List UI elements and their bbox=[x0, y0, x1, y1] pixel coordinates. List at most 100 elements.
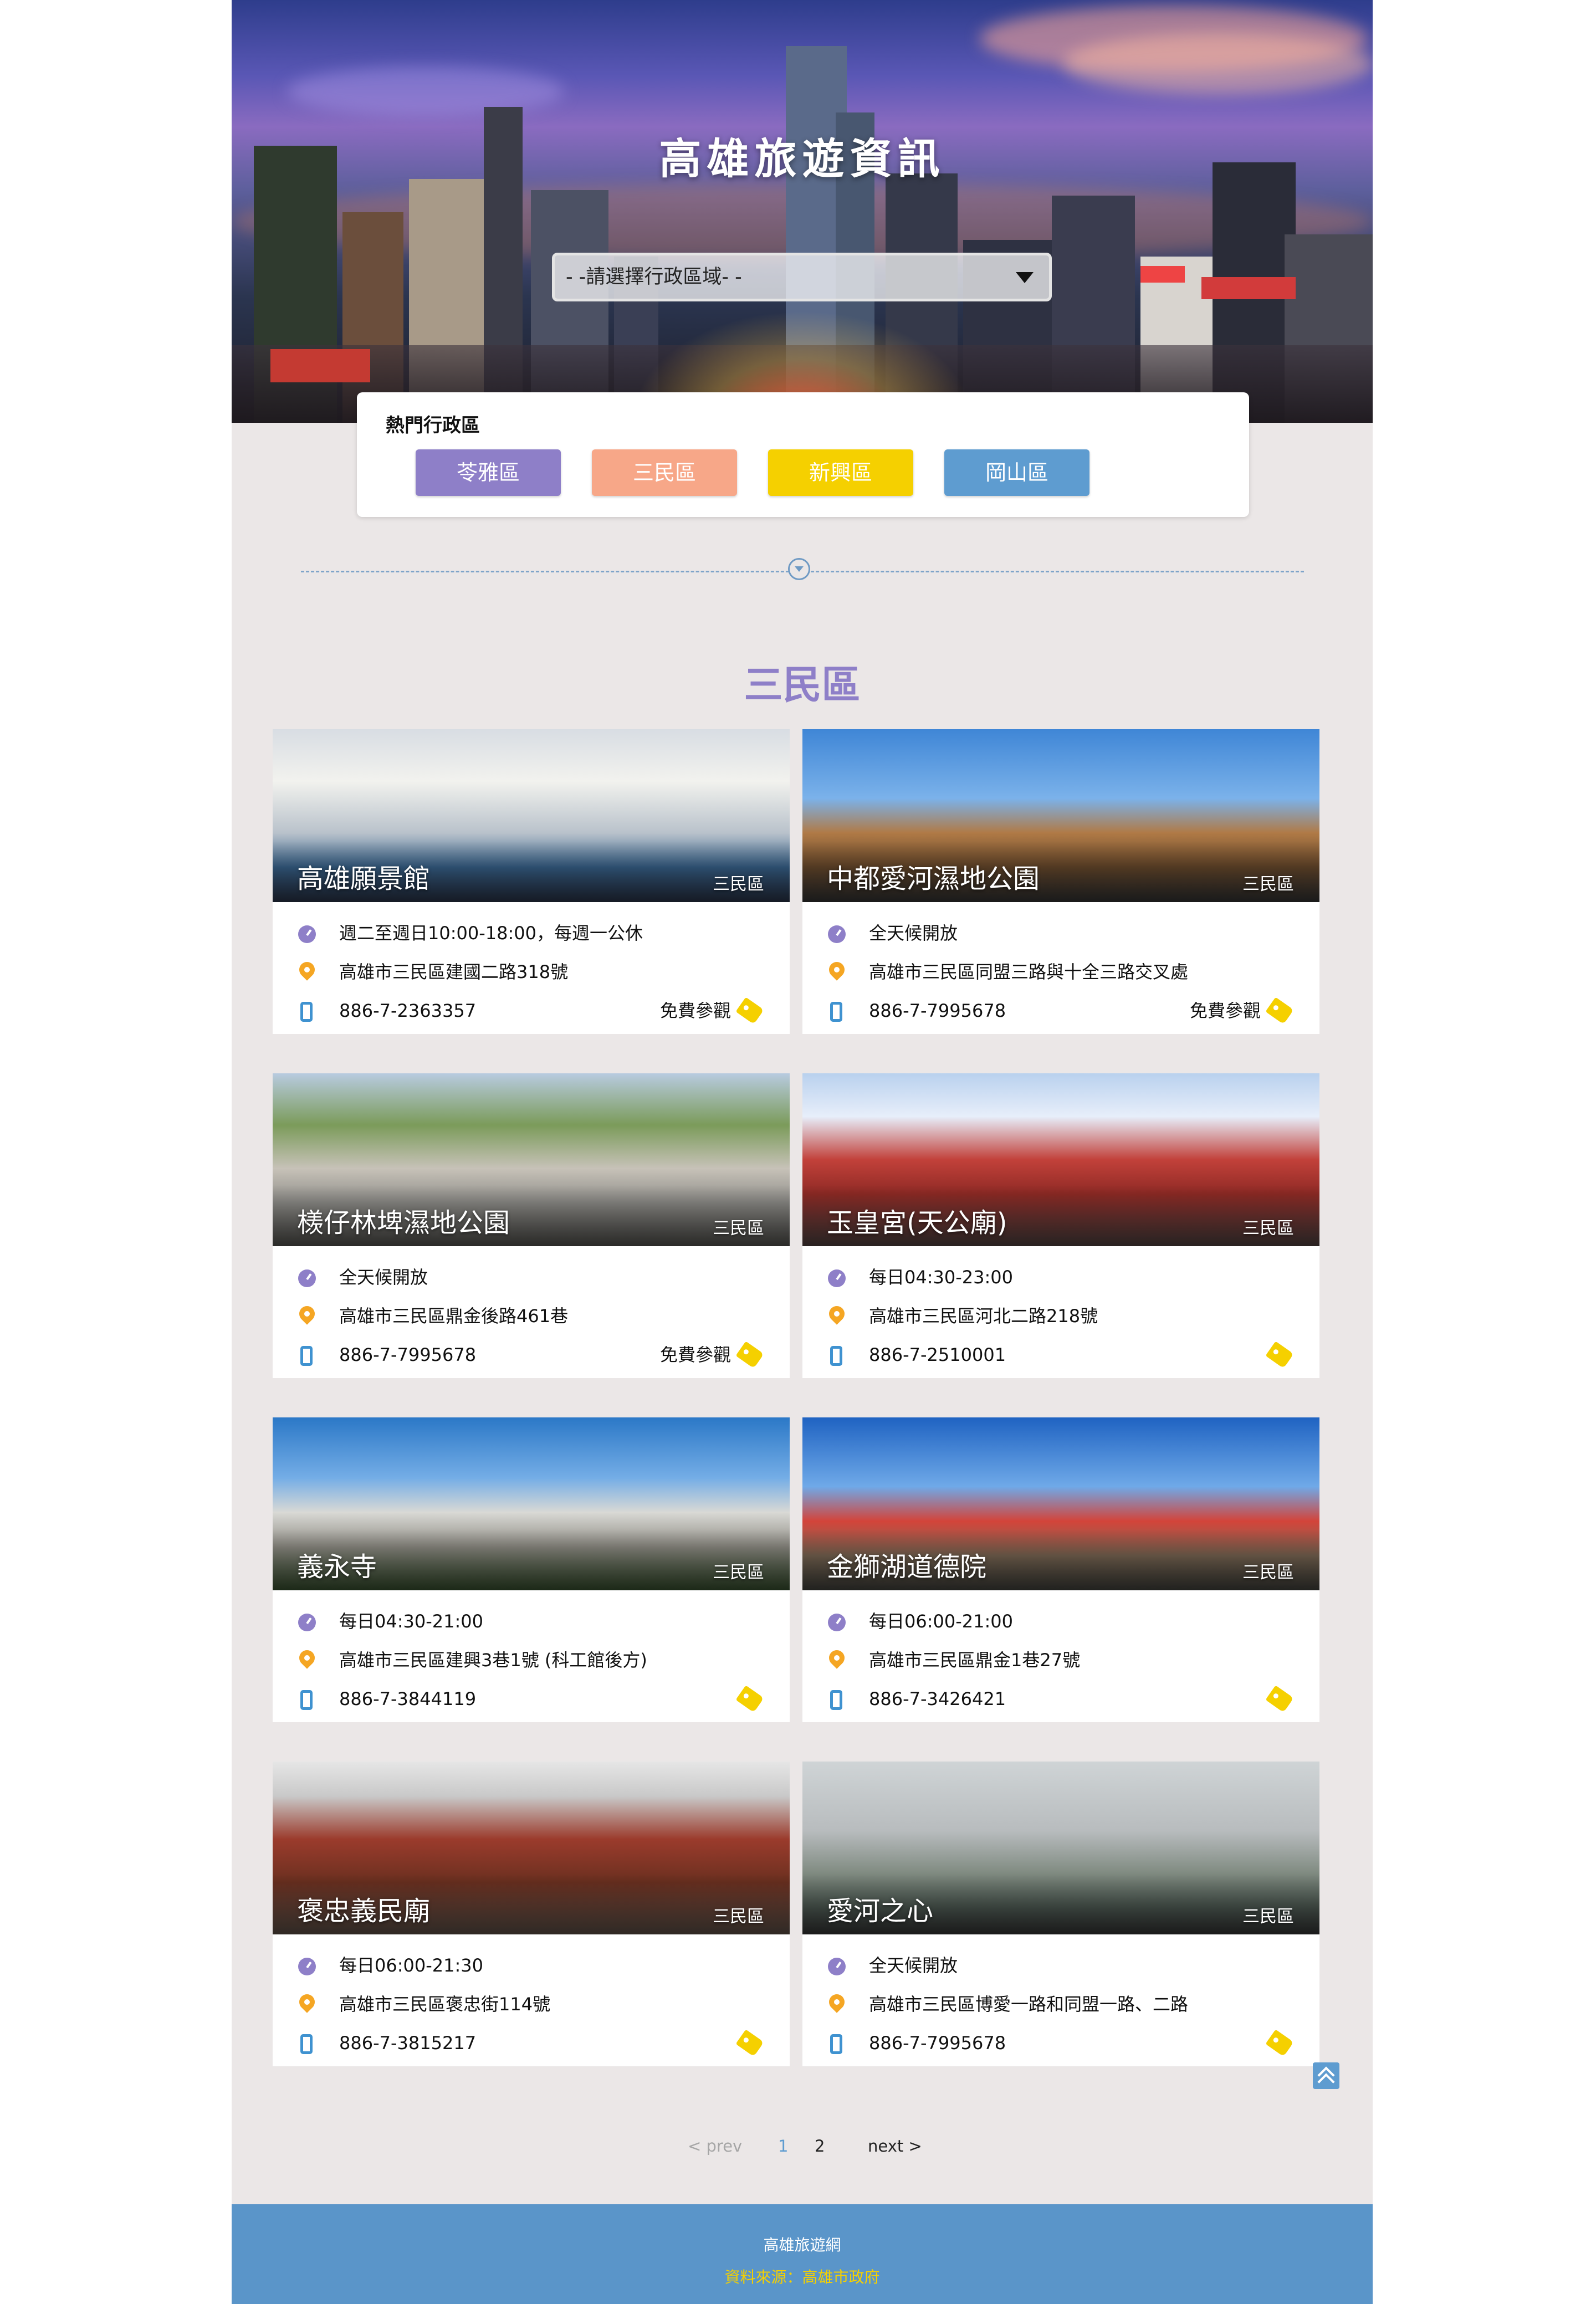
attraction-address: 高雄市三民區建興3巷1號 (科工館後方) bbox=[339, 1650, 647, 1671]
hot-district-button[interactable]: 苓雅區 bbox=[416, 449, 561, 496]
phone-icon bbox=[830, 1346, 842, 1366]
attraction-photo[interactable]: 愛河之心 三民區 bbox=[802, 1762, 1319, 1934]
attraction-hours: 週二至週日10:00-18:00，每週一公休 bbox=[339, 923, 643, 944]
ticket-info bbox=[1147, 1685, 1294, 1713]
attraction-card[interactable]: 高雄願景館 三民區 週二至週日10:00-18:00，每週一公休 高雄市三民區建國二路… bbox=[273, 729, 790, 1034]
attraction-hours: 每日06:00-21:30 bbox=[339, 1955, 483, 1976]
hot-district-button[interactable]: 岡山區 bbox=[944, 449, 1089, 496]
phone-icon bbox=[830, 1690, 842, 1710]
footer: 高雄旅遊網 資料來源：高雄市政府 bbox=[232, 2204, 1373, 2304]
attraction-phone: 886-7-7995678 bbox=[869, 1000, 1006, 1021]
tag-icon bbox=[1265, 1341, 1294, 1369]
page-link-1[interactable]: 1 bbox=[778, 2137, 788, 2155]
attraction-photo[interactable]: 褒忠義民廟 三民區 bbox=[273, 1762, 790, 1934]
attraction-zone: 三民區 bbox=[1242, 1907, 1294, 1927]
ticket-info bbox=[617, 2029, 764, 2057]
hot-district-button[interactable]: 新興區 bbox=[768, 449, 913, 496]
back-to-top-button[interactable] bbox=[1313, 2062, 1339, 2091]
hot-district-button[interactable]: 三民區 bbox=[592, 449, 737, 496]
attraction-card[interactable]: 玉皇宮(天公廟) 三民區每日04:30-23:00 高雄市三民區河北二路218號 88… bbox=[802, 1073, 1319, 1378]
page-title: 高雄旅遊資訊 bbox=[659, 134, 945, 183]
tag-icon bbox=[1265, 2029, 1294, 2057]
attraction-phone: 886-7-3426421 bbox=[869, 1688, 1006, 1709]
tag-icon bbox=[735, 2029, 764, 2057]
clock-icon bbox=[828, 925, 846, 943]
tag-icon bbox=[1265, 997, 1294, 1025]
phone-icon bbox=[830, 2034, 842, 2054]
clock-icon bbox=[828, 1958, 846, 1975]
phone-icon bbox=[300, 1690, 313, 1710]
phone-icon bbox=[300, 1002, 313, 1022]
attraction-address: 高雄市三民區同盟三路與十全三路交叉處 bbox=[869, 961, 1189, 982]
attraction-address: 高雄市三民區鼎金後路461巷 bbox=[339, 1305, 569, 1327]
attraction-zone: 三民區 bbox=[1242, 874, 1294, 894]
attraction-hours: 全天候開放 bbox=[339, 1267, 428, 1288]
attraction-card[interactable]: 愛河之心 三民區全天候開放高雄市三民區博愛一路和同盟一路、二路 886-7-7995… bbox=[802, 1762, 1319, 2066]
attraction-address: 高雄市三民區褒忠街114號 bbox=[339, 1994, 551, 2015]
location-pin-icon bbox=[826, 1647, 848, 1669]
attraction-address: 高雄市三民區博愛一路和同盟一路、二路 bbox=[869, 1994, 1189, 2015]
page: 高雄旅遊資訊 - -請選擇行政區域- - 熱門行政區 苓雅區 三民區 新興區 岡… bbox=[232, 0, 1373, 2304]
attraction-card[interactable]: 褒忠義民廟 三民區每日06:00-21:30 高雄市三民區褒忠街114號 886-7-… bbox=[273, 1762, 790, 2066]
location-pin-icon bbox=[296, 1303, 318, 1325]
ticket-info bbox=[1147, 1340, 1294, 1369]
prev-page-link[interactable]: < prev bbox=[688, 2137, 742, 2155]
location-pin-icon bbox=[296, 1647, 318, 1669]
attraction-hours: 每日04:30-23:00 bbox=[869, 1267, 1013, 1288]
attraction-phone: 886-7-2363357 bbox=[339, 1000, 477, 1021]
location-pin-icon bbox=[296, 1991, 318, 2013]
district-select-value: - -請選擇行政區域- - bbox=[566, 266, 742, 288]
attraction-phone: 886-7-7995678 bbox=[869, 2032, 1006, 2054]
scroll-down-icon[interactable] bbox=[788, 558, 810, 580]
pagination: < prev 1 2 next > bbox=[232, 2137, 1373, 2164]
ticket-label: 免費參觀 bbox=[1189, 1000, 1261, 1021]
location-pin-icon bbox=[826, 959, 848, 981]
clock-icon bbox=[298, 1269, 316, 1287]
attraction-card[interactable]: 義永寺 三民區 每日04:30-21:00 高雄市三民區建興3巷1號 (科工館後方) 8… bbox=[273, 1417, 790, 1722]
attraction-photo[interactable]: 玉皇宮(天公廟) 三民區 bbox=[802, 1073, 1319, 1246]
next-page-link[interactable]: next > bbox=[868, 2137, 922, 2155]
attraction-name: 中都愛河濕地公園 bbox=[827, 863, 1040, 894]
attraction-name: 愛河之心 bbox=[827, 1896, 934, 1927]
attraction-phone: 886-7-7995678 bbox=[339, 1344, 477, 1365]
attraction-name: 檨仔林埤濕地公園 bbox=[297, 1207, 510, 1238]
caret-down-icon bbox=[1016, 272, 1034, 283]
attraction-zone: 三民區 bbox=[1242, 1218, 1294, 1238]
attraction-zone: 三民區 bbox=[713, 1218, 764, 1238]
ticket-label: 免費參觀 bbox=[659, 1344, 731, 1365]
attraction-name: 高雄願景館 bbox=[297, 863, 431, 894]
footer-source: 資料來源：高雄市政府 bbox=[724, 2268, 880, 2286]
ticket-label: 免費參觀 bbox=[659, 1000, 731, 1021]
attraction-card[interactable]: 金獅湖道德院 三民區 每日06:00-21:00 高雄市三民區鼎金1巷27號 886-7… bbox=[802, 1417, 1319, 1722]
clock-icon bbox=[298, 1958, 316, 1975]
ticket-info: 免費參觀 bbox=[617, 996, 764, 1025]
clock-icon bbox=[298, 925, 316, 943]
page-link-2[interactable]: 2 bbox=[815, 2137, 825, 2155]
phone-icon bbox=[830, 1002, 842, 1022]
attraction-phone: 886-7-3815217 bbox=[339, 2032, 477, 2054]
attraction-hours: 全天候開放 bbox=[869, 923, 958, 944]
clock-icon bbox=[828, 1269, 846, 1287]
attraction-zone: 三民區 bbox=[713, 1563, 764, 1583]
attraction-name: 金獅湖道德院 bbox=[827, 1552, 987, 1583]
attraction-address: 高雄市三民區鼎金1巷27號 bbox=[869, 1650, 1081, 1671]
clock-icon bbox=[828, 1614, 846, 1631]
attraction-zone: 三民區 bbox=[713, 874, 764, 894]
attraction-phone: 886-7-2510001 bbox=[869, 1344, 1006, 1365]
attraction-name: 義永寺 bbox=[297, 1552, 377, 1583]
attraction-phone: 886-7-3844119 bbox=[339, 1688, 477, 1709]
attraction-photo[interactable]: 中都愛河濕地公園 三民區 bbox=[802, 729, 1319, 902]
attraction-photo[interactable]: 金獅湖道德院 三民區 bbox=[802, 1417, 1319, 1590]
attraction-photo[interactable]: 檨仔林埤濕地公園 三民區 bbox=[273, 1073, 790, 1246]
attraction-photo[interactable]: 義永寺 三民區 bbox=[273, 1417, 790, 1590]
attraction-name: 玉皇宮(天公廟) bbox=[827, 1207, 1007, 1238]
attraction-address: 高雄市三民區河北二路218號 bbox=[869, 1305, 1098, 1327]
location-pin-icon bbox=[826, 1991, 848, 2013]
location-pin-icon bbox=[826, 1303, 848, 1325]
attraction-card[interactable]: 檨仔林埤濕地公園 三民區全天候開放高雄市三民區鼎金後路461巷 886-7-7995… bbox=[273, 1073, 790, 1378]
district-select[interactable]: - -請選擇行政區域- - bbox=[552, 253, 1052, 301]
attraction-photo[interactable]: 高雄願景館 三民區 bbox=[273, 729, 790, 902]
attraction-hours: 全天候開放 bbox=[869, 1955, 958, 1976]
attraction-card[interactable]: 中都愛河濕地公園 三民區全天候開放高雄市三民區同盟三路與十全三路交叉處 886-7-… bbox=[802, 729, 1319, 1034]
tag-icon bbox=[735, 997, 764, 1025]
